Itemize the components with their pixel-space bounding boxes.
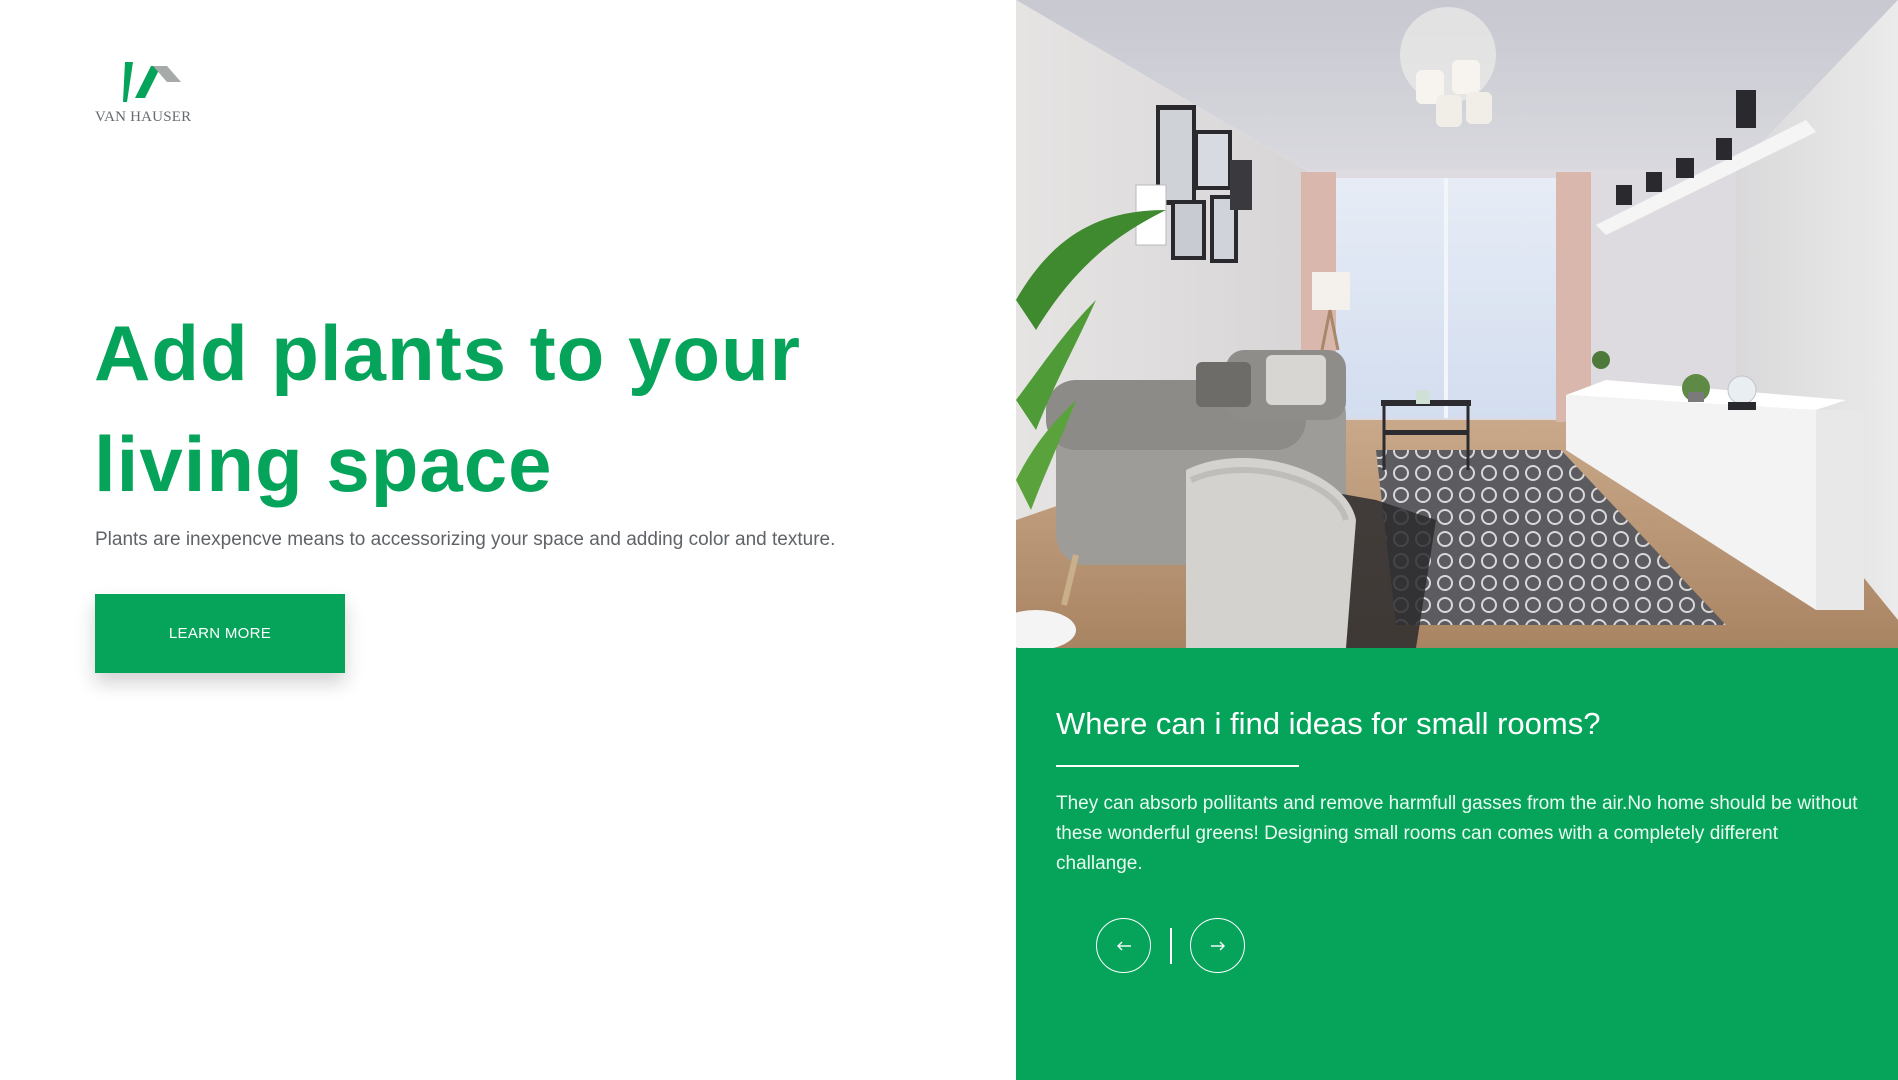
info-panel: Where can i find ideas for small rooms? … (1016, 648, 1898, 1080)
hero-subtext: Plants are inexpencve means to accessori… (95, 529, 836, 550)
title-divider (1056, 765, 1299, 767)
hero-section: VAN HAUSER Add plants to your living spa… (0, 0, 1016, 1080)
living-room-illustration (1016, 0, 1898, 648)
logo-mark-icon (123, 62, 181, 102)
next-button[interactable] (1190, 918, 1245, 973)
previous-button[interactable] (1096, 918, 1151, 973)
arrow-right-icon (1210, 941, 1225, 950)
arrow-left-icon (1116, 941, 1131, 950)
feature-section: Where can i find ideas for small rooms? … (1016, 0, 1898, 1080)
info-body: They can absorb pollitants and remove ha… (1056, 793, 1858, 874)
info-title: Where can i find ideas for small rooms? (1056, 706, 1601, 741)
hero-headline: Add plants to your living space (94, 309, 801, 508)
nav-separator (1170, 928, 1172, 964)
living-room-image (1016, 0, 1898, 648)
landing-page: VAN HAUSER Add plants to your living spa… (0, 0, 1898, 1080)
learn-more-button[interactable]: LEARN MORE (95, 594, 345, 673)
brand-logo[interactable]: VAN HAUSER (95, 58, 205, 128)
brand-name: VAN HAUSER (95, 109, 192, 125)
